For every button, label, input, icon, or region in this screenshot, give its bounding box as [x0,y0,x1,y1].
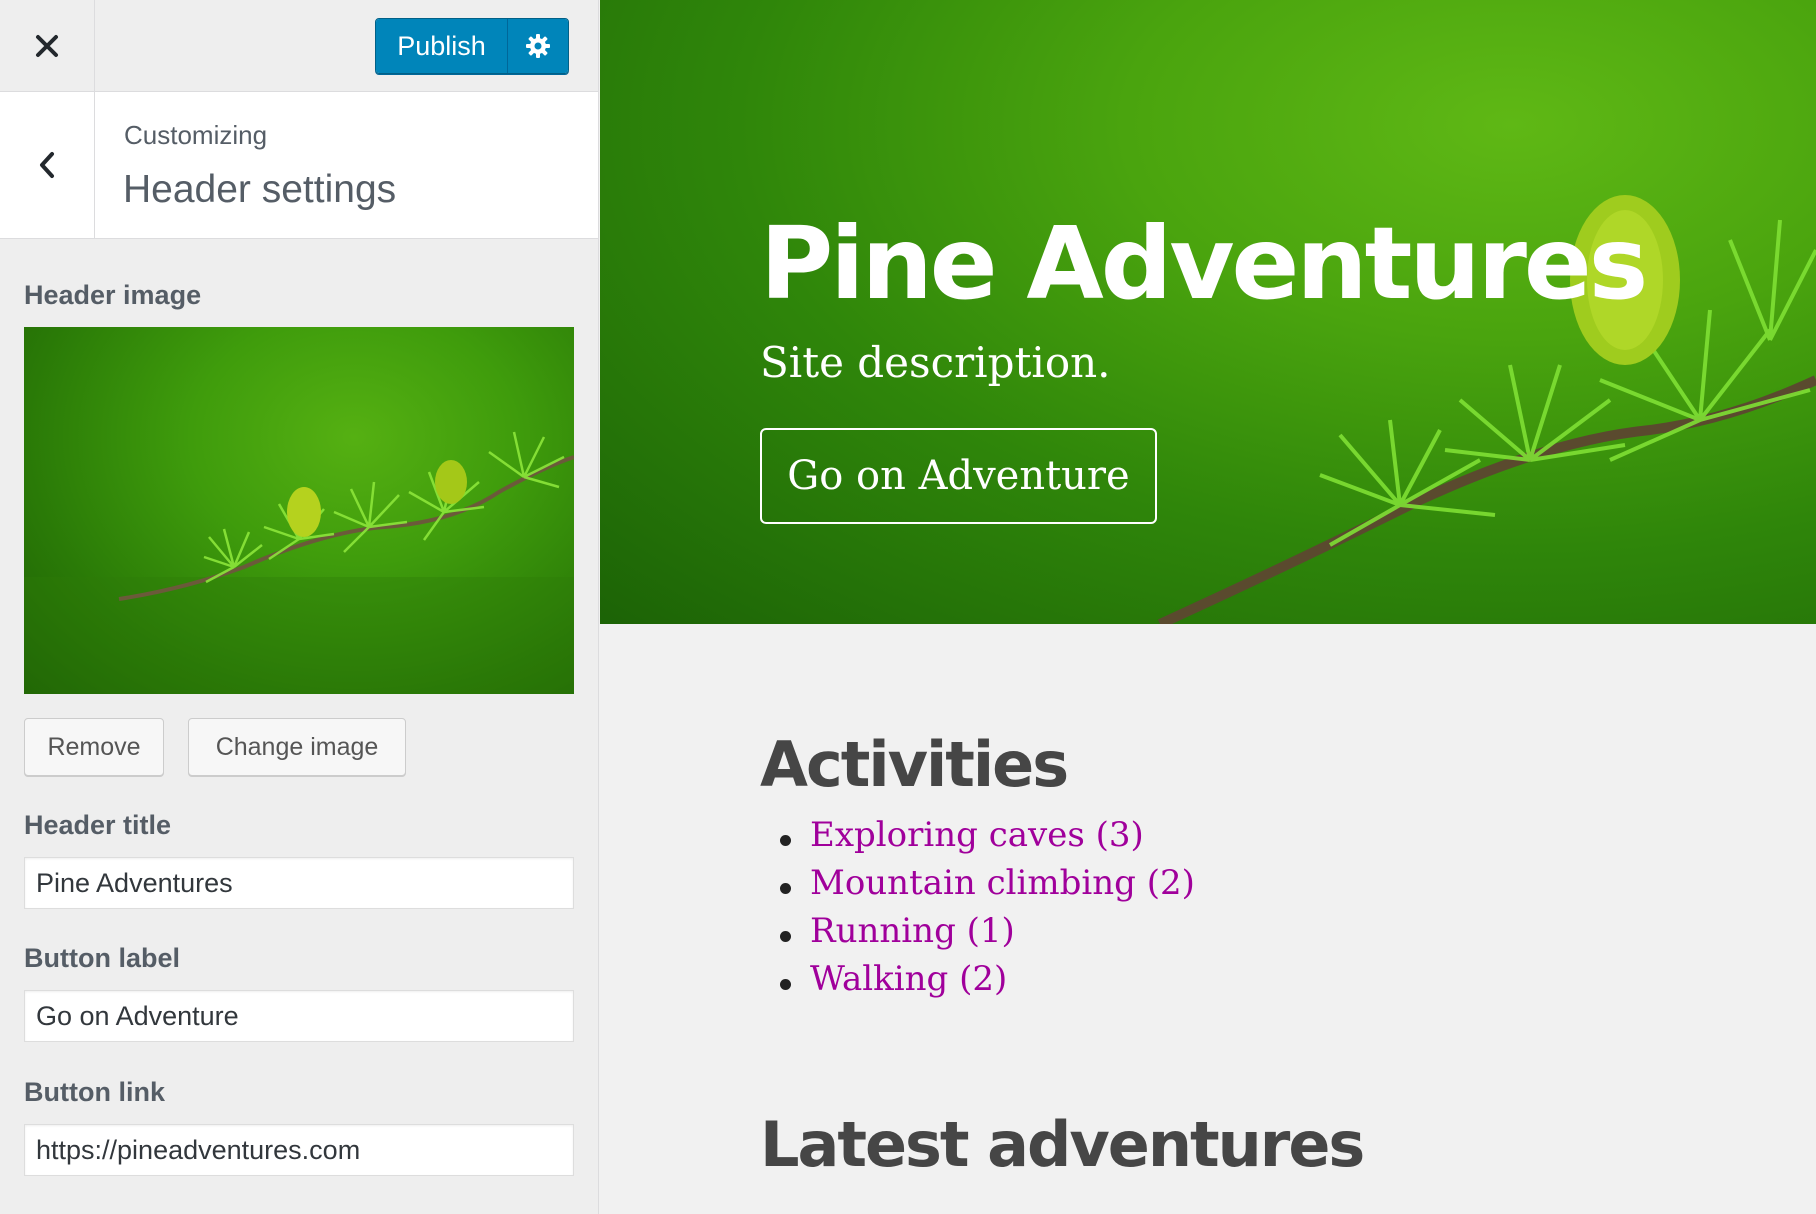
activity-link[interactable]: Exploring caves (3) [780,815,1195,863]
site-preview: Pine Adventures Site description. Go on … [600,0,1816,1214]
activities-heading: Activities [760,728,1069,801]
change-image-button[interactable]: Change image [188,718,406,776]
gear-icon [526,34,550,58]
latest-adventures-heading: Latest adventures [760,1108,1365,1181]
customizer-header: Publish [0,0,598,92]
pine-branch-image [24,431,574,694]
header-title-input[interactable]: Pine Adventures [24,857,574,909]
cta-button[interactable]: Go on Adventure [760,428,1157,524]
close-button[interactable] [0,0,95,91]
hero-header: Pine Adventures Site description. Go on … [600,0,1816,624]
back-button[interactable] [0,92,95,238]
button-link-label: Button link [24,1077,165,1107]
breadcrumb: Customizing [124,120,268,150]
close-icon [36,34,58,57]
publish-button-group: Publish [375,18,569,74]
header-image-thumbnail[interactable] [24,327,574,694]
site-title[interactable]: Pine Adventures [760,205,1648,322]
section-title: Header settings [123,168,397,211]
header-title-label: Header title [24,810,172,840]
publish-button[interactable]: Publish [376,19,508,73]
activity-link[interactable]: Walking (2) [780,959,1195,1007]
button-link-input[interactable]: https://pineadventures.com [24,1124,574,1176]
header-image-label: Header image [24,280,202,310]
remove-image-button[interactable]: Remove [24,718,164,776]
publish-settings-button[interactable] [508,19,568,73]
site-description: Site description. [760,338,1111,387]
section-header: Customizing Header settings [0,92,598,239]
activity-link[interactable]: Running (1) [780,911,1195,959]
button-label-input[interactable]: Go on Adventure [24,990,574,1042]
activities-list: Exploring caves (3) Mountain climbing (2… [780,815,1195,1007]
button-label-label: Button label [24,943,180,973]
chevron-left-icon [40,152,54,178]
customizer-sidebar: Publish Customizing Header settings Head… [0,0,599,1214]
activity-link[interactable]: Mountain climbing (2) [780,863,1195,911]
